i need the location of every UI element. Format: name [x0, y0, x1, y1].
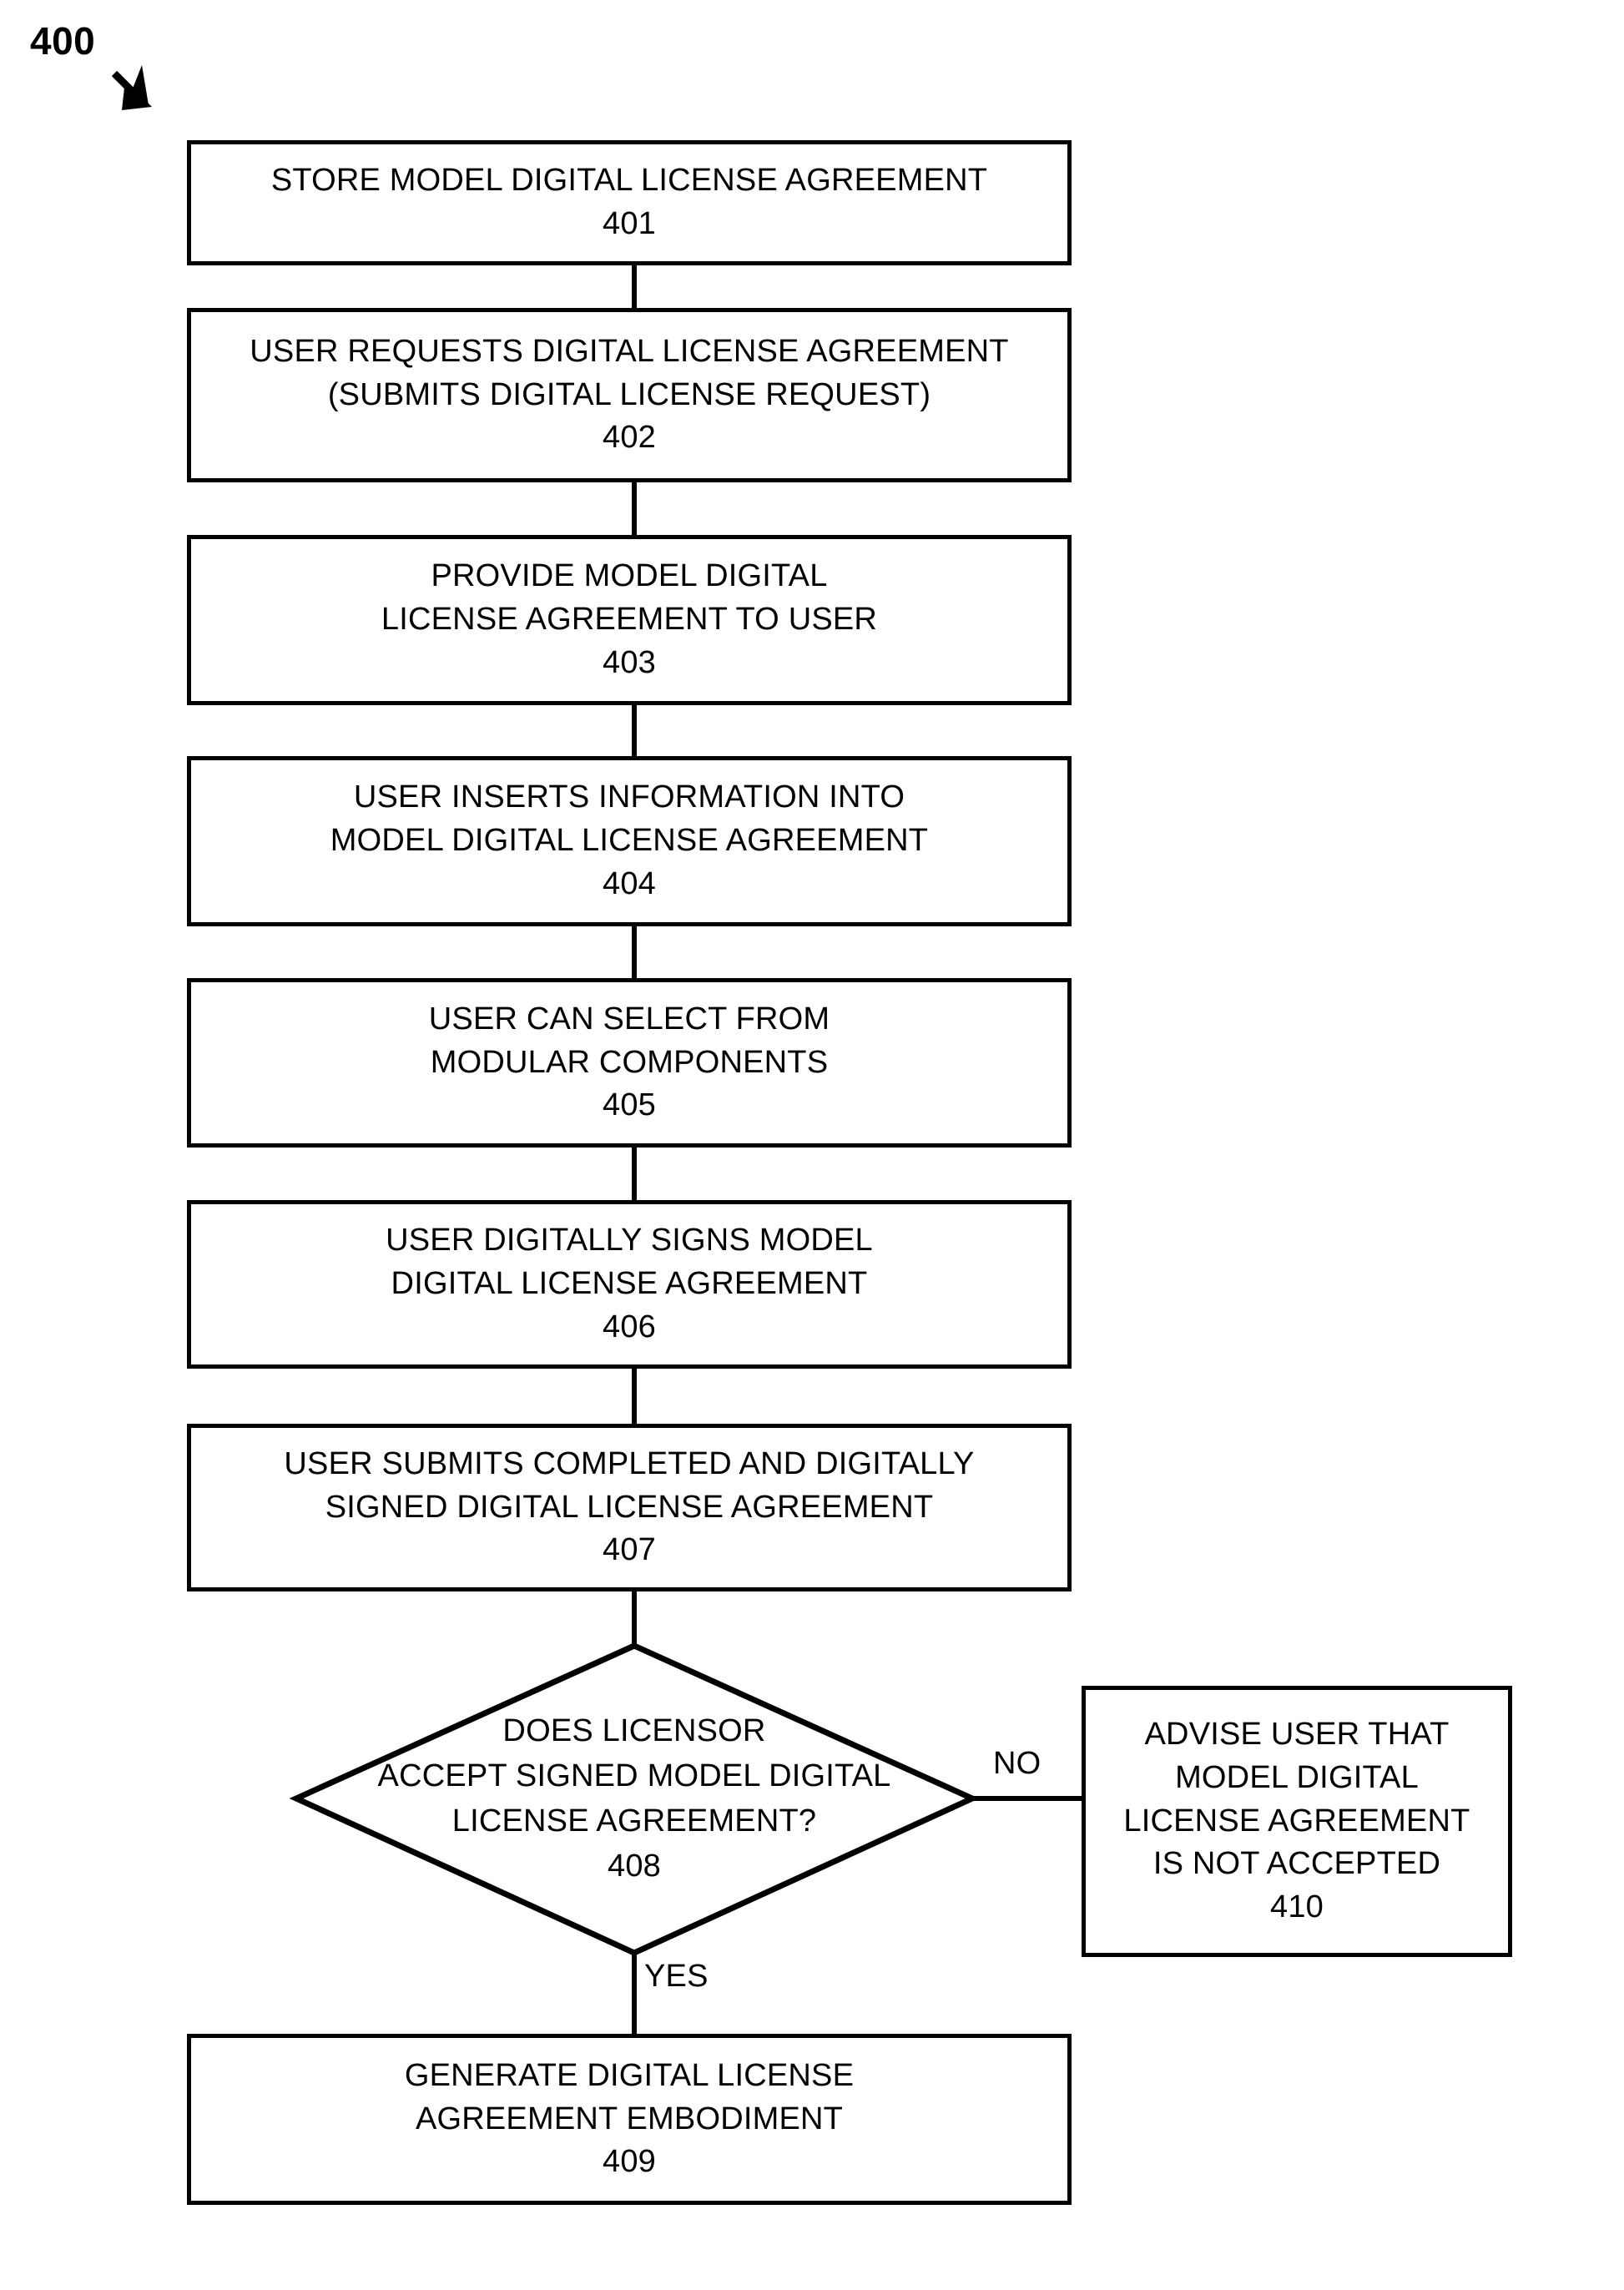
node-407: USER SUBMITS COMPLETED AND DIGITALLY SIG…: [187, 1424, 1072, 1591]
node-409-line-0: GENERATE DIGITAL LICENSE: [404, 2057, 855, 2093]
node-409-line-1: AGREEMENT EMBODIMENT: [415, 2101, 844, 2136]
edge-label-yes: YES: [644, 1959, 709, 1994]
node-407-line-1: SIGNED DIGITAL LICENSE AGREEMENT: [325, 1489, 934, 1525]
node-403-line-1: LICENSE AGREEMENT TO USER: [381, 602, 878, 638]
node-410-line-1: MODEL DIGITAL: [1175, 1759, 1419, 1795]
node-403-line-0: PROVIDE MODEL DIGITAL: [431, 558, 828, 594]
node-401-number: 401: [602, 206, 656, 241]
figure-reference-number: 400: [30, 19, 96, 63]
node-404: USER INSERTS INFORMATION INTO MODEL DIGI…: [187, 756, 1072, 926]
node-410-line-2: LICENSE AGREEMENT: [1123, 1803, 1470, 1839]
node-401: STORE MODEL DIGITAL LICENSE AGREEMENT 40…: [187, 140, 1072, 265]
node-402-number: 402: [602, 420, 656, 456]
node-407-line-0: USER SUBMITS COMPLETED AND DIGITALLY: [284, 1445, 975, 1481]
node-404-line-0: USER INSERTS INFORMATION INTO: [353, 779, 905, 815]
node-402-line-1: (SUBMITS DIGITAL LICENSE REQUEST): [327, 376, 931, 412]
node-409: GENERATE DIGITAL LICENSE AGREEMENT EMBOD…: [187, 2034, 1072, 2205]
node-404-line-1: MODEL DIGITAL LICENSE AGREEMENT: [330, 823, 929, 859]
node-406: USER DIGITALLY SIGNS MODEL DIGITAL LICEN…: [187, 1200, 1072, 1369]
node-402-line-0: USER REQUESTS DIGITAL LICENSE AGREEMENT: [250, 333, 1009, 369]
node-405: USER CAN SELECT FROM MODULAR COMPONENTS …: [187, 978, 1072, 1148]
node-409-number: 409: [602, 2144, 656, 2180]
node-402: USER REQUESTS DIGITAL LICENSE AGREEMENT …: [187, 308, 1072, 482]
edge-label-no: NO: [993, 1746, 1041, 1781]
flowchart-figure: 400 STORE MODEL DIGITAL LICENSE AGREEMEN…: [0, 0, 1624, 2290]
node-410-line-3: IS NOT ACCEPTED: [1152, 1846, 1441, 1882]
node-403-number: 403: [602, 644, 656, 680]
node-407-number: 407: [602, 1532, 656, 1568]
node-410-line-0: ADVISE USER THAT: [1144, 1717, 1450, 1753]
node-406-line-1: DIGITAL LICENSE AGREEMENT: [391, 1266, 868, 1302]
node-408-text: DOES LICENSOR ACCEPT SIGNED MODEL DIGITA…: [378, 1709, 891, 1889]
node-405-number: 405: [602, 1087, 656, 1123]
node-408-line-2: LICENSE AGREEMENT?: [451, 1803, 817, 1839]
node-403: PROVIDE MODEL DIGITAL LICENSE AGREEMENT …: [187, 535, 1072, 705]
node-410: ADVISE USER THAT MODEL DIGITAL LICENSE A…: [1082, 1686, 1512, 1957]
node-406-number: 406: [602, 1309, 656, 1344]
node-408-number: 408: [607, 1848, 661, 1884]
node-406-line-0: USER DIGITALLY SIGNS MODEL: [386, 1223, 873, 1258]
node-408: DOES LICENSOR ACCEPT SIGNED MODEL DIGITA…: [296, 1646, 972, 1953]
node-404-number: 404: [602, 865, 656, 901]
node-405-line-0: USER CAN SELECT FROM: [428, 1001, 830, 1037]
node-401-line-0: STORE MODEL DIGITAL LICENSE AGREEMENT: [270, 163, 988, 199]
node-410-number: 410: [1269, 1889, 1324, 1924]
node-408-line-0: DOES LICENSOR: [502, 1713, 766, 1749]
node-408-line-1: ACCEPT SIGNED MODEL DIGITAL: [377, 1758, 891, 1794]
arrow-down-right-icon: [111, 65, 152, 110]
node-405-line-1: MODULAR COMPONENTS: [430, 1044, 829, 1080]
